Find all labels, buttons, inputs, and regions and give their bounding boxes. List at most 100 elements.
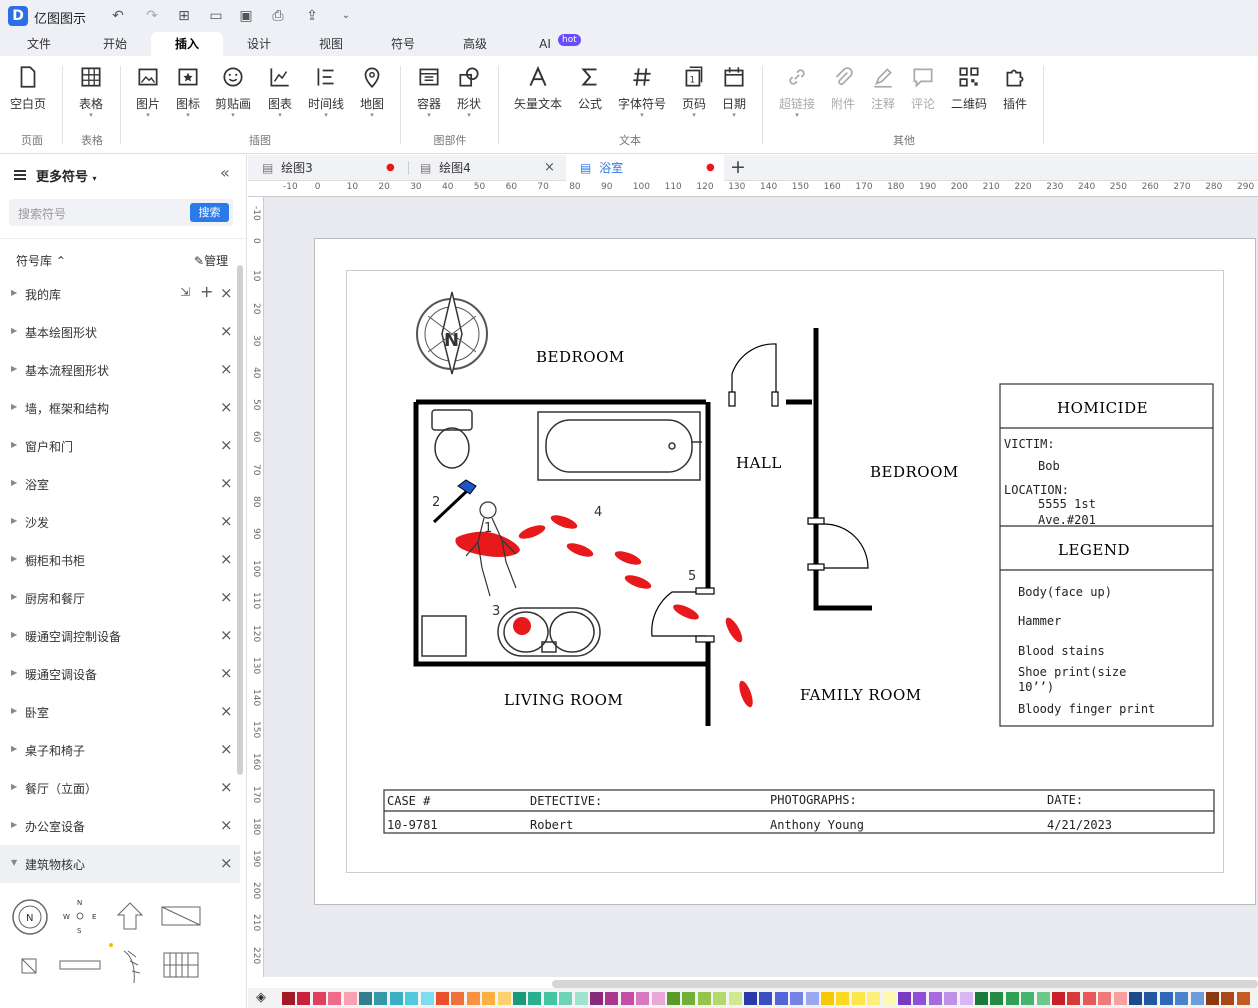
save-icon[interactable]: ▣: [236, 6, 256, 26]
tab-ai[interactable]: AI: [530, 32, 560, 56]
chevron-right-icon[interactable]: ▶: [11, 554, 17, 563]
color-swatch[interactable]: [282, 992, 295, 1005]
library-header[interactable]: 符号库 ⌃: [16, 252, 66, 269]
close-icon[interactable]: ×: [220, 360, 233, 378]
chevron-right-icon[interactable]: ▶: [11, 744, 17, 753]
color-swatch[interactable]: [605, 992, 619, 1005]
color-swatch[interactable]: [620, 992, 634, 1005]
tab-insert[interactable]: 插入: [151, 32, 223, 56]
close-icon[interactable]: ×: [220, 626, 233, 644]
library-item[interactable]: ▶ 厨房和餐厅 ×: [0, 579, 240, 617]
doc-tab-drawing3[interactable]: ▤ 绘图3 ●: [256, 155, 408, 181]
clipart-button[interactable]: 剪贴画 ▾: [208, 64, 258, 119]
vector-text-button[interactable]: 矢量文本: [512, 64, 564, 112]
color-swatch[interactable]: [297, 992, 311, 1005]
library-item[interactable]: ▶ 墙，框架和结构 ×: [0, 389, 240, 427]
color-swatch[interactable]: [651, 992, 665, 1005]
close-icon[interactable]: ×: [220, 664, 233, 682]
chevron-right-icon[interactable]: ▶: [11, 364, 17, 373]
search-button[interactable]: 搜索: [190, 203, 229, 222]
doc-tab-bathroom[interactable]: ▤ 浴室 ●: [566, 155, 724, 181]
color-swatch[interactable]: [836, 992, 850, 1005]
color-swatch[interactable]: [1082, 992, 1096, 1005]
tab-advanced[interactable]: 高级: [450, 32, 500, 56]
add-tab-icon[interactable]: +: [730, 155, 746, 179]
toilet[interactable]: [431, 409, 473, 469]
cabinet[interactable]: [421, 615, 467, 657]
chevron-right-icon[interactable]: ▶: [11, 288, 17, 297]
color-swatch[interactable]: [1129, 992, 1142, 1005]
color-swatch[interactable]: [1175, 992, 1189, 1005]
hyperlink-button[interactable]: 超链接 ▾: [772, 64, 822, 119]
bathtub[interactable]: [537, 411, 702, 481]
color-swatch[interactable]: [944, 992, 958, 1005]
color-swatch[interactable]: [1113, 992, 1127, 1005]
shape-button[interactable]: 形状 ▾: [444, 64, 494, 119]
color-swatch[interactable]: [328, 992, 342, 1005]
library-item[interactable]: ▶ 卧室 ×: [0, 693, 240, 731]
chevron-right-icon[interactable]: ▶: [11, 630, 17, 639]
arrow-thumbnail[interactable]: [116, 902, 144, 930]
color-swatch[interactable]: [1221, 992, 1235, 1005]
export-icon[interactable]: ⇪: [302, 6, 322, 26]
color-swatch[interactable]: [882, 992, 896, 1005]
more-icon[interactable]: ⌄: [336, 6, 356, 26]
font-symbol-button[interactable]: 字体符号 ▾: [617, 64, 667, 119]
close-icon[interactable]: ×: [220, 284, 233, 302]
panel-scrollbar[interactable]: [237, 265, 243, 775]
color-swatch[interactable]: [790, 992, 804, 1005]
color-swatch[interactable]: [697, 992, 711, 1005]
horizontal-scrollbar[interactable]: [552, 980, 1258, 988]
color-swatch[interactable]: [343, 992, 357, 1005]
color-swatch[interactable]: [774, 992, 788, 1005]
undo-icon[interactable]: ↶: [108, 6, 128, 26]
chevron-right-icon[interactable]: ▶: [11, 326, 17, 335]
chevron-right-icon[interactable]: ▶: [11, 668, 17, 677]
library-item[interactable]: ▶ 基本绘图形状 ×: [0, 313, 240, 351]
color-swatch[interactable]: [805, 992, 819, 1005]
color-swatch[interactable]: [374, 992, 388, 1005]
tab-view[interactable]: 视图: [306, 32, 356, 56]
close-icon[interactable]: ×: [220, 816, 233, 834]
color-swatch[interactable]: [466, 992, 480, 1005]
close-icon[interactable]: ×: [220, 740, 233, 758]
close-icon[interactable]: ×: [220, 398, 233, 416]
library-item[interactable]: ▶ 餐厅（立面） ×: [0, 769, 240, 807]
redo-icon[interactable]: ↷: [142, 6, 162, 26]
library-item[interactable]: ▶ 我的库 × ⇲ +: [0, 275, 240, 313]
plugin-button[interactable]: 插件: [990, 64, 1040, 112]
chevron-right-icon[interactable]: ▶: [11, 820, 17, 829]
search-input[interactable]: 搜索符号: [18, 205, 66, 222]
color-swatch[interactable]: [312, 992, 326, 1005]
color-swatch[interactable]: [959, 992, 973, 1005]
color-swatch[interactable]: [1067, 992, 1081, 1005]
export-library-icon[interactable]: ⇲: [180, 285, 190, 299]
wall-thumbnail[interactable]: [59, 960, 101, 970]
chart-button[interactable]: 图表 ▾: [255, 64, 305, 119]
color-swatch[interactable]: [1098, 992, 1112, 1005]
chevron-down-icon[interactable]: ▼: [11, 858, 17, 867]
date-button[interactable]: 日期 ▾: [709, 64, 759, 119]
crime-scene-floor-plan[interactable]: N BEDROOM HALL BEDROOM LIVING ROOM FAMIL…: [346, 270, 1224, 873]
color-swatch[interactable]: [513, 992, 526, 1005]
color-swatch[interactable]: [728, 992, 742, 1005]
chevron-right-icon[interactable]: ▶: [11, 402, 17, 411]
tab-design[interactable]: 设计: [234, 32, 284, 56]
color-swatch[interactable]: [713, 992, 727, 1005]
color-swatch[interactable]: [405, 992, 419, 1005]
tab-symbol[interactable]: 符号: [378, 32, 428, 56]
color-swatch[interactable]: [1005, 992, 1019, 1005]
close-icon[interactable]: ×: [220, 778, 233, 796]
beam-thumbnail[interactable]: [161, 906, 201, 926]
chevron-right-icon[interactable]: ▶: [11, 478, 17, 487]
chevron-right-icon[interactable]: ▶: [11, 592, 17, 601]
color-swatch[interactable]: [451, 992, 465, 1005]
collapse-panel-icon[interactable]: «: [220, 163, 230, 182]
color-swatch[interactable]: [1159, 992, 1173, 1005]
icon-button[interactable]: 图标 ▾: [163, 64, 213, 119]
color-swatch[interactable]: [420, 992, 434, 1005]
color-swatch[interactable]: [1190, 992, 1204, 1005]
library-item[interactable]: ▶ 办公室设备 ×: [0, 807, 240, 845]
color-swatch[interactable]: [436, 992, 449, 1005]
more-symbols-title[interactable]: 更多符号 ▾: [36, 166, 97, 185]
